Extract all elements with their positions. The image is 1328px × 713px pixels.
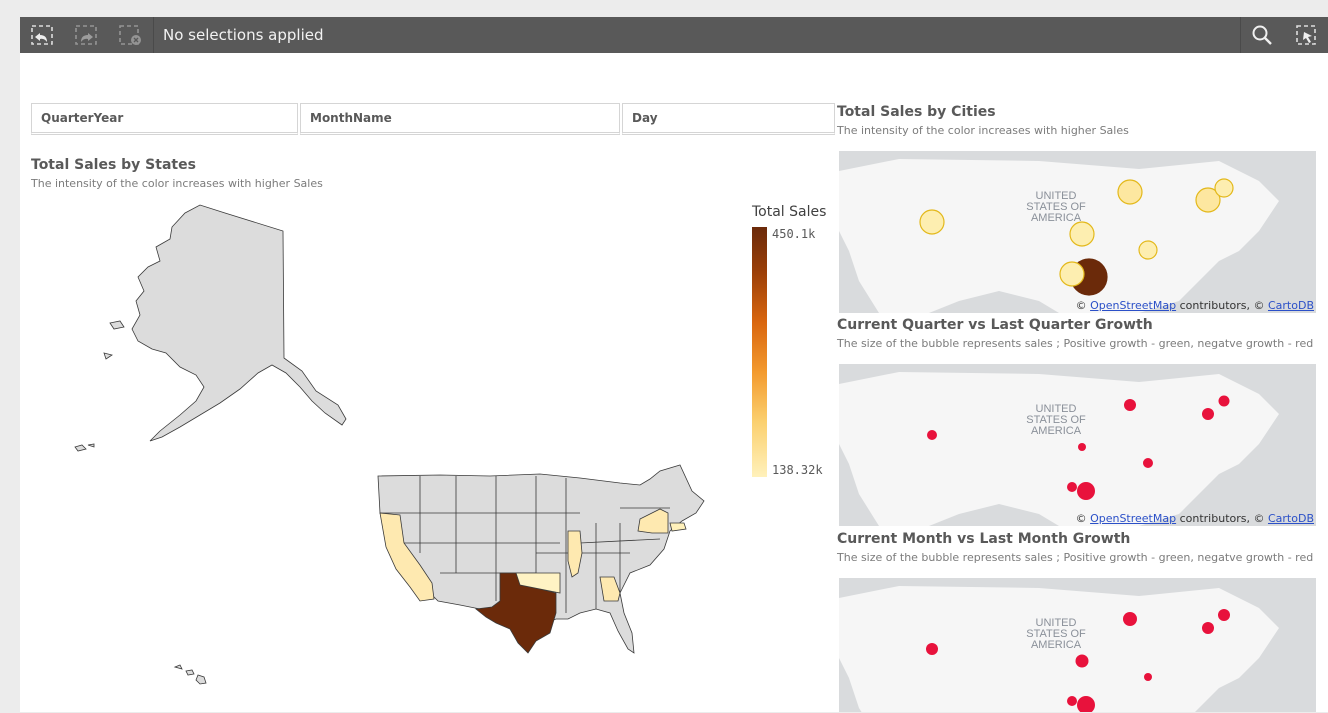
search-icon [1252, 25, 1272, 45]
month-growth-map[interactable]: UNITED STATES OF AMERICA [839, 578, 1316, 712]
selections-toolbar: No selections applied [20, 17, 1328, 53]
cartodb-link[interactable]: CartoDB [1268, 512, 1314, 525]
legend-color-scale [752, 227, 767, 477]
growth-bubble [1218, 395, 1230, 407]
city-bubble [1059, 261, 1085, 287]
growth-bubble [1144, 673, 1152, 681]
month-map-subtitle: The size of the bubble represents sales … [837, 551, 1314, 564]
growth-bubble [1143, 458, 1153, 468]
states-chart-title: Total Sales by States [31, 157, 196, 173]
state-massachusetts [669, 522, 687, 532]
osm-link[interactable]: OpenStreetMap [1090, 512, 1176, 525]
state-alaska [131, 204, 347, 442]
filter-quarteryear[interactable]: QuarterYear [31, 103, 298, 135]
growth-bubble [1202, 408, 1214, 420]
quarter-map-title: Current Quarter vs Last Quarter Growth [837, 317, 1153, 333]
city-bubble [1069, 221, 1095, 247]
legend-max-value: 450.1k [772, 227, 816, 241]
growth-bubble [1067, 482, 1077, 492]
cartodb-link[interactable]: CartoDB [1268, 299, 1314, 312]
growth-bubble [1075, 654, 1089, 668]
clear-selections-button[interactable] [110, 17, 150, 53]
growth-bubble [1067, 696, 1077, 706]
month-map-title: Current Month vs Last Month Growth [837, 531, 1131, 547]
city-bubble [1138, 240, 1158, 260]
filter-monthname[interactable]: MonthName [300, 103, 620, 135]
selections-back-icon [31, 25, 53, 45]
quarter-growth-map[interactable]: UNITED STATES OF AMERICA © OpenStreetMap… [839, 364, 1316, 526]
sheet-canvas: QuarterYear MonthName Day Total Sales by… [20, 53, 1328, 712]
growth-bubble [927, 430, 937, 440]
osm-link[interactable]: OpenStreetMap [1090, 299, 1176, 312]
map-attribution: © OpenStreetMap contributors, © CartoDB [1075, 299, 1314, 312]
cities-map-title: Total Sales by Cities [837, 104, 996, 120]
map-attribution: © OpenStreetMap contributors, © CartoDB [1075, 512, 1314, 525]
state-hawaii [173, 664, 207, 685]
states-map[interactable] [20, 193, 720, 713]
smart-search-icon [1296, 25, 1316, 45]
growth-bubble [1123, 612, 1137, 626]
growth-bubble [1078, 443, 1086, 451]
states-chart-subtitle: The intensity of the color increases wit… [31, 177, 323, 190]
selections-forward-button[interactable] [66, 17, 106, 53]
selections-forward-icon [75, 25, 97, 45]
quarter-map-subtitle: The size of the bubble represents sales … [837, 337, 1314, 350]
growth-bubble [1202, 622, 1214, 634]
smart-search-button[interactable] [1286, 17, 1326, 53]
country-label: AMERICA [1031, 425, 1082, 437]
country-label: AMERICA [1031, 212, 1082, 224]
cities-map-subtitle: The intensity of the color increases wit… [837, 124, 1129, 137]
city-bubble [1117, 179, 1143, 205]
clear-selections-icon [119, 25, 141, 45]
filter-label: Day [632, 111, 658, 125]
search-button[interactable] [1242, 17, 1282, 53]
filter-label: QuarterYear [41, 111, 124, 125]
cities-map[interactable]: UNITED STATES OF AMERICA © OpenStreetMap… [839, 151, 1316, 313]
filter-label: MonthName [310, 111, 392, 125]
growth-bubble [1218, 609, 1230, 621]
country-label: AMERICA [1031, 639, 1082, 651]
selections-status: No selections applied [163, 26, 324, 44]
filter-day[interactable]: Day [622, 103, 835, 135]
toolbar-separator [1240, 17, 1241, 53]
toolbar-separator [153, 17, 154, 53]
city-bubble [1214, 178, 1234, 198]
legend-title: Total Sales [752, 204, 827, 220]
state-alaska-islands [74, 320, 125, 452]
growth-bubble [1077, 482, 1095, 500]
legend-min-value: 138.32k [772, 463, 823, 477]
selections-back-button[interactable] [22, 17, 62, 53]
city-bubble [919, 209, 945, 235]
growth-bubble [1124, 399, 1136, 411]
growth-bubble [926, 643, 938, 655]
